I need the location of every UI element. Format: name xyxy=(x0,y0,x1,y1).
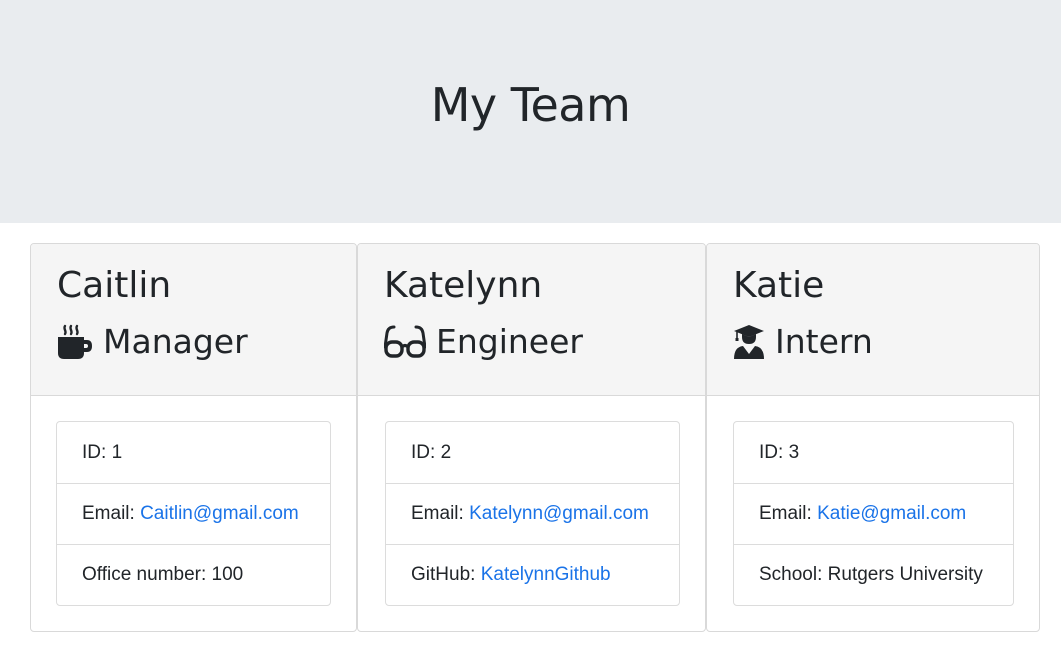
role-label: Engineer xyxy=(436,322,583,361)
card-body: ID: 1 Email: Caitlin@gmail.com Office nu… xyxy=(31,396,356,606)
id-value: 2 xyxy=(440,441,452,463)
id-label: ID: xyxy=(759,441,784,463)
list-item-id: ID: 3 xyxy=(734,422,1013,483)
employee-name: Katie xyxy=(733,265,825,306)
employee-name: Caitlin xyxy=(57,265,172,306)
list-item-office-number: Office number: 100 xyxy=(57,544,330,605)
school-label: School: xyxy=(759,564,823,585)
employee-details-list: ID: 2 Email: Katelynn@gmail.com GitHub: … xyxy=(385,421,680,606)
email-label: Email: xyxy=(82,503,135,524)
school-value: Rutgers University xyxy=(827,564,983,585)
employee-details-list: ID: 3 Email: Katie@gmail.com School: Rut… xyxy=(733,421,1014,606)
id-label: ID: xyxy=(411,441,436,463)
card-body: ID: 3 Email: Katie@gmail.com School: Rut… xyxy=(707,396,1039,606)
card-header: Katie Intern xyxy=(707,244,1039,396)
github-label: GitHub: xyxy=(411,564,476,585)
office-number-label: Office number: xyxy=(82,564,207,585)
employee-name: Katelynn xyxy=(384,265,543,306)
graduate-icon xyxy=(733,324,765,360)
employee-card-intern: Katie Intern ID: 3 Email: Katie@gmail.co… xyxy=(706,243,1040,632)
employee-card-engineer: Katelynn Engineer ID: 2 Email: Katelynn@… xyxy=(357,243,706,632)
list-item-id: ID: 1 xyxy=(57,422,330,483)
role-label: Manager xyxy=(103,322,248,361)
email-link[interactable]: Caitlin@gmail.com xyxy=(140,503,299,525)
coffee-mug-icon xyxy=(57,324,93,360)
email-link[interactable]: Katelynn@gmail.com xyxy=(469,503,649,525)
employee-role: Manager xyxy=(57,322,356,362)
card-body: ID: 2 Email: Katelynn@gmail.com GitHub: … xyxy=(358,396,705,606)
id-value: 1 xyxy=(111,441,123,463)
card-header: Katelynn Engineer xyxy=(358,244,705,396)
github-link[interactable]: KatelynnGithub xyxy=(481,564,611,586)
list-item-id: ID: 2 xyxy=(386,422,679,483)
employee-details-list: ID: 1 Email: Caitlin@gmail.com Office nu… xyxy=(56,421,331,606)
card-header: Caitlin Manager xyxy=(31,244,356,396)
glasses-icon xyxy=(384,325,426,359)
email-label: Email: xyxy=(759,503,812,524)
employee-role: Intern xyxy=(733,322,1039,362)
email-link[interactable]: Katie@gmail.com xyxy=(817,503,966,525)
list-item-email: Email: Caitlin@gmail.com xyxy=(57,483,330,544)
page-title: My Team xyxy=(430,77,631,132)
role-label: Intern xyxy=(775,322,873,361)
list-item-email: Email: Katie@gmail.com xyxy=(734,483,1013,544)
list-item-email: Email: Katelynn@gmail.com xyxy=(386,483,679,544)
id-label: ID: xyxy=(82,441,107,463)
email-label: Email: xyxy=(411,503,464,524)
employee-role: Engineer xyxy=(384,322,705,362)
office-number-value: 100 xyxy=(211,564,244,585)
id-value: 3 xyxy=(788,441,800,463)
header-banner: My Team xyxy=(0,0,1061,223)
employee-card-manager: Caitlin Manager ID: 1 Email: Caitlin@gma… xyxy=(30,243,357,632)
list-item-school: School: Rutgers University xyxy=(734,544,1013,605)
list-item-github: GitHub: KatelynnGithub xyxy=(386,544,679,605)
